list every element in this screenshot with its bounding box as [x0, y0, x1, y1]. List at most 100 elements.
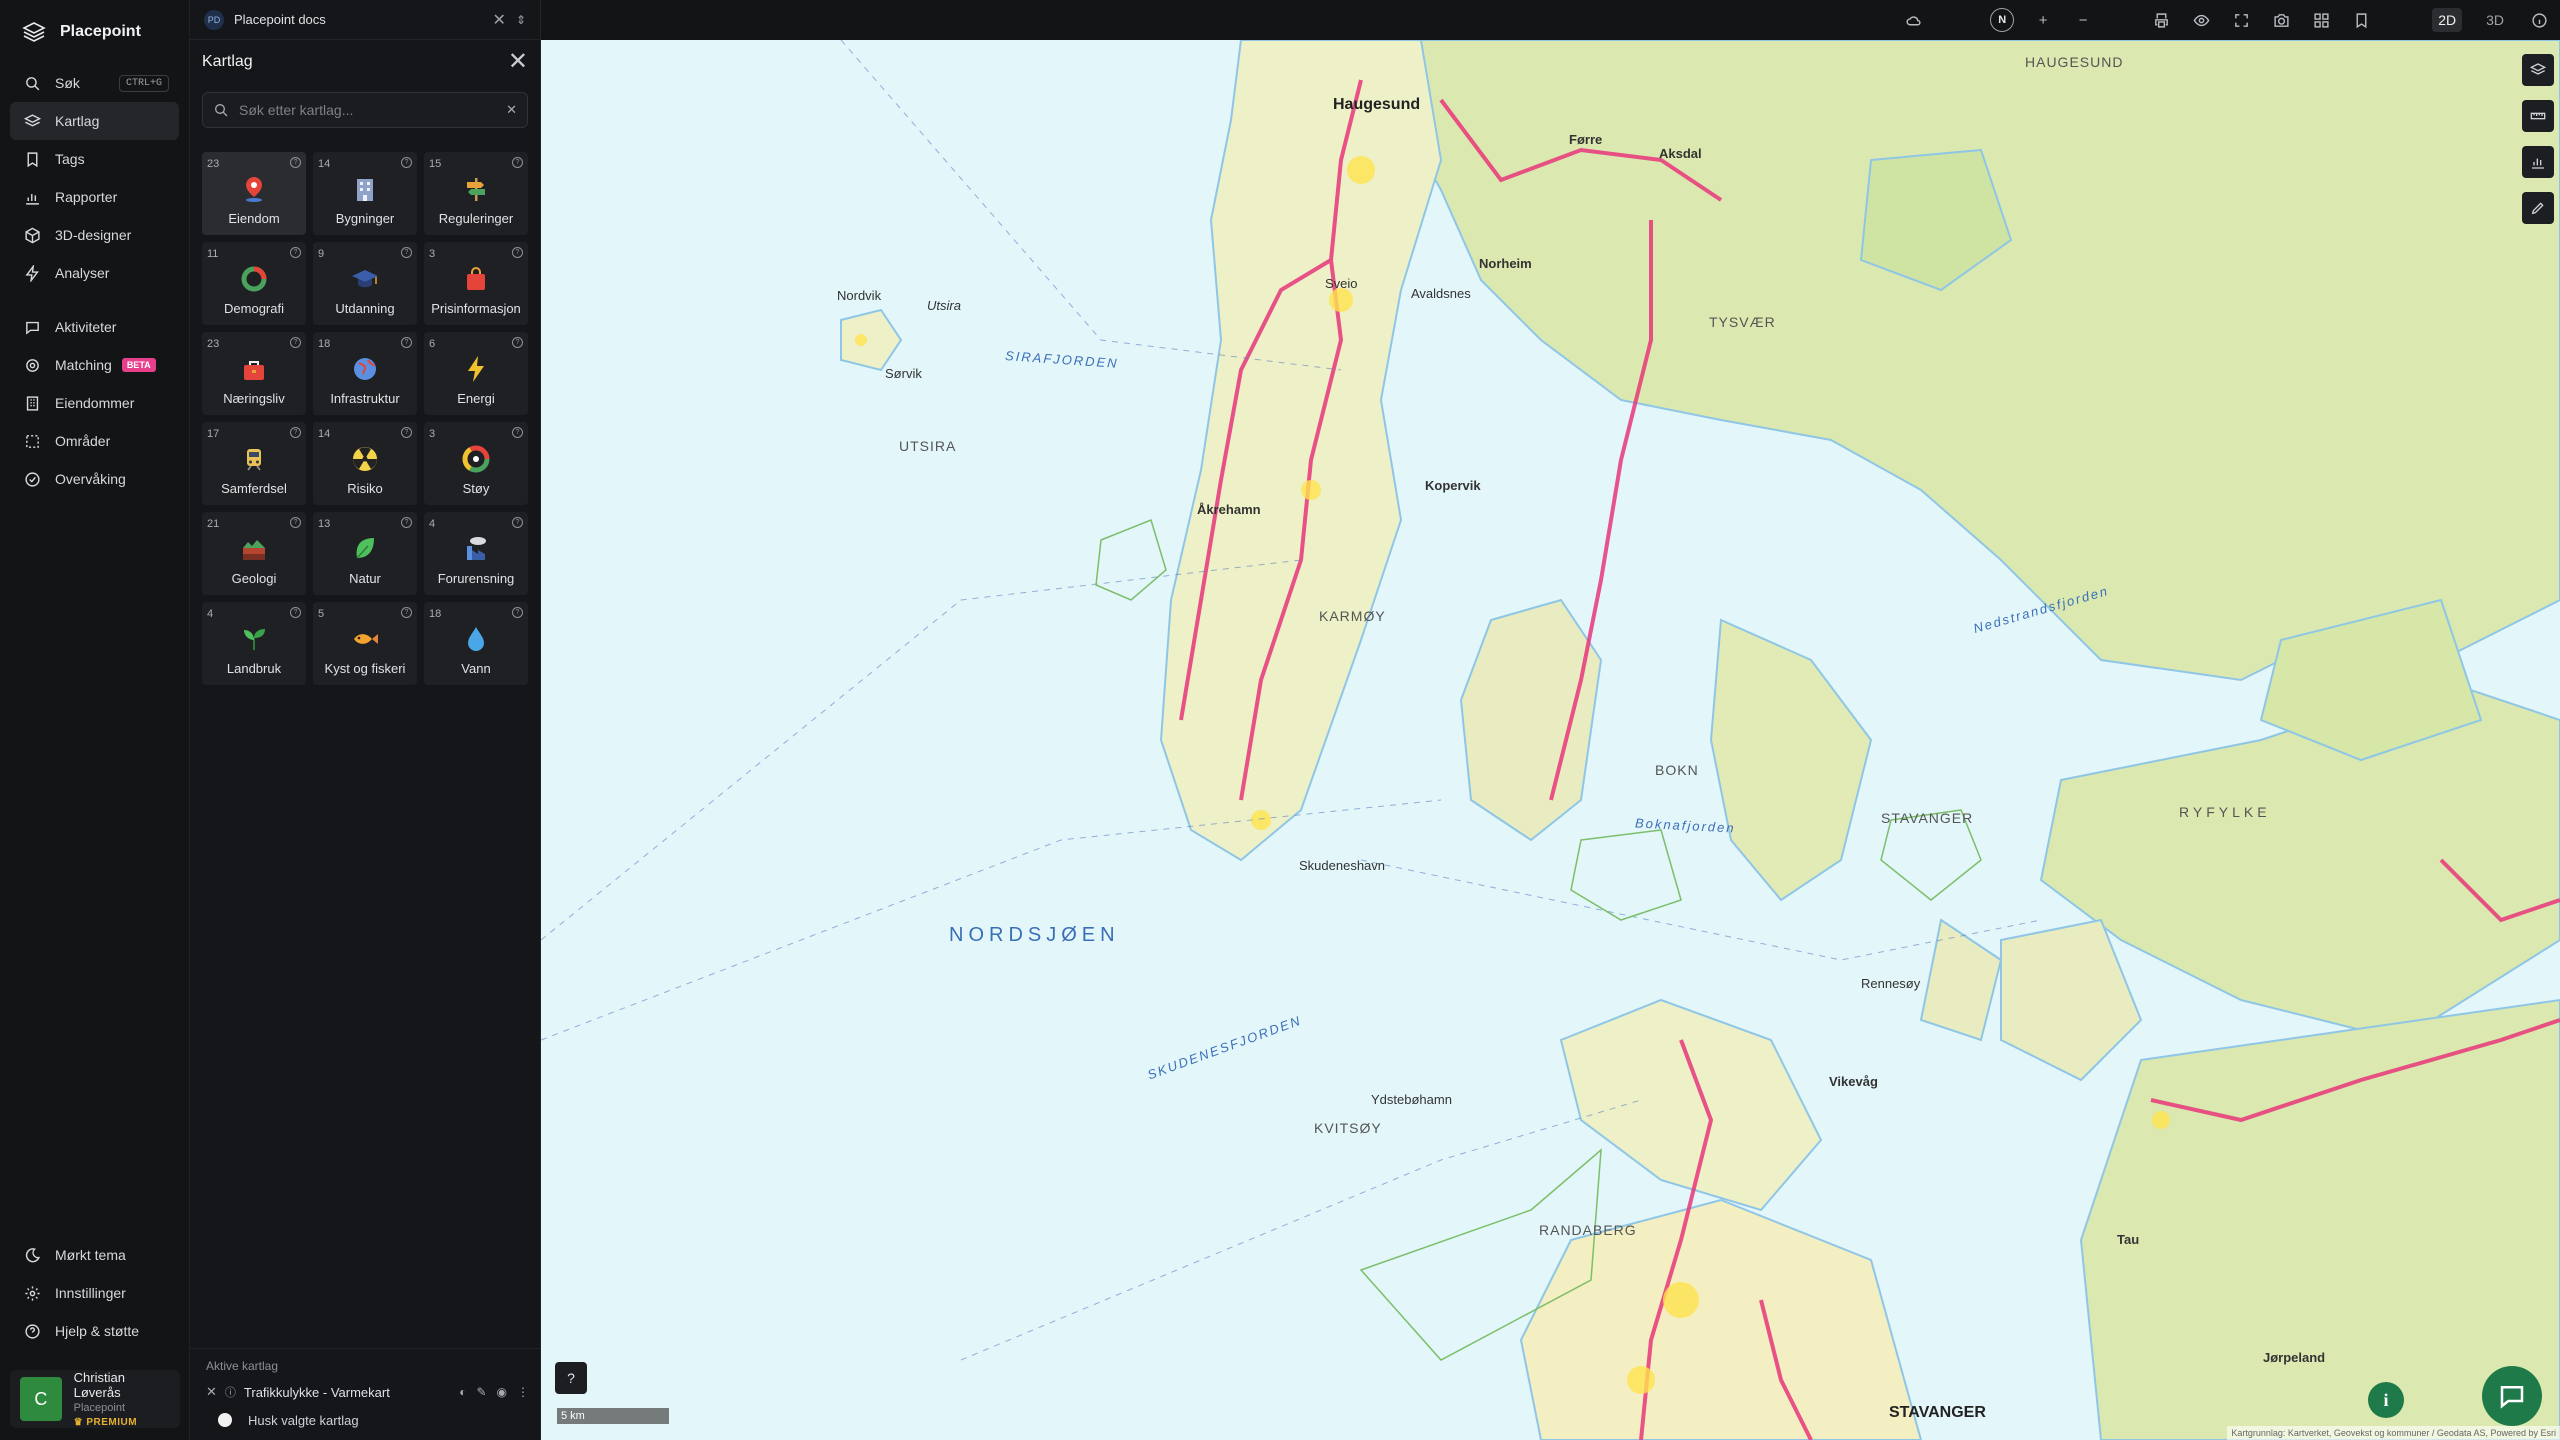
category-tile-kyst-og-fiskeri[interactable]: 5 ? Kyst og fiskeri — [313, 602, 417, 685]
shortcut-badge: CTRL+G — [118, 74, 169, 92]
nav-item-search[interactable]: Søk CTRL+G — [10, 64, 179, 102]
info-icon[interactable]: ? — [401, 157, 412, 168]
nav-item-settings[interactable]: Innstillinger — [10, 1274, 180, 1312]
category-tile-stoy[interactable]: 3 ? Støy — [424, 422, 528, 505]
info-icon[interactable]: ? — [512, 157, 523, 168]
category-count: 3 — [429, 428, 436, 440]
nav-item-dark-theme[interactable]: Mørkt tema — [10, 1236, 180, 1274]
document-tab[interactable]: PD Placepoint docs ✕ ⇕ — [190, 0, 540, 40]
info-icon[interactable]: ? — [401, 247, 412, 258]
user-name: Christian Løverås — [73, 1370, 125, 1400]
info-icon[interactable]: ? — [512, 337, 523, 348]
edit-icon[interactable]: ✎ — [476, 1385, 486, 1399]
info-icon[interactable]: ? — [290, 517, 301, 528]
category-tile-natur[interactable]: 13 ? Natur — [313, 512, 417, 595]
category-tile-infrastruktur[interactable]: 18 ? Infrastruktur — [313, 332, 417, 415]
layer-search-input[interactable] — [239, 102, 497, 118]
map-label: HAUGESUND — [2025, 54, 2124, 70]
info-icon[interactable]: ? — [512, 427, 523, 438]
zoom-out-icon[interactable]: − — [2072, 9, 2094, 31]
map-canvas[interactable]: Haugesund Kopervik Åkrehamn KARMØY Skude… — [541, 40, 2560, 1440]
lightning-icon — [25, 264, 39, 282]
category-tile-energi[interactable]: 6 ? Energi — [424, 332, 528, 415]
map-label: UTSIRA — [899, 438, 957, 454]
info-icon[interactable]: ? — [512, 607, 523, 618]
nav-item-activities[interactable]: Aktiviteter — [10, 308, 179, 346]
info-icon[interactable]: ? — [290, 427, 301, 438]
category-tile-risiko[interactable]: 14 ? Risiko — [313, 422, 417, 505]
sprout-icon — [244, 629, 265, 650]
chevron-updown-icon[interactable]: ⇕ — [516, 13, 526, 27]
category-tile-forurensning[interactable]: 4 ? Forurensning — [424, 512, 528, 595]
nav-item-kartlag[interactable]: Kartlag — [10, 102, 179, 140]
category-tile-naeringsliv[interactable]: 23 ? Næringsliv — [202, 332, 306, 415]
print-icon[interactable] — [2150, 9, 2172, 31]
cloud-icon[interactable] — [1902, 9, 1924, 31]
remember-layers-row[interactable]: Husk valgte kartlag — [202, 1407, 529, 1433]
info-circle-icon[interactable] — [2528, 9, 2550, 31]
remember-toggle[interactable] — [218, 1413, 232, 1427]
user-card[interactable]: C Christian Løverås Placepoint ♛ PREMIUM — [10, 1370, 180, 1428]
camera-icon[interactable] — [2270, 9, 2292, 31]
remove-layer-icon[interactable]: ✕ — [206, 1384, 217, 1400]
info-icon[interactable]: ? — [401, 607, 412, 618]
nav-item-properties[interactable]: Eiendommer — [10, 384, 179, 422]
mode-2d-button[interactable]: 2D — [2432, 8, 2463, 32]
nav-item-areas[interactable]: Områder — [10, 422, 179, 460]
fullscreen-icon[interactable] — [2230, 9, 2252, 31]
draw-tool-icon[interactable] — [2522, 192, 2554, 224]
category-tile-demografi[interactable]: 11 ? Demografi — [202, 242, 306, 325]
info-icon[interactable]: ? — [512, 247, 523, 258]
info-icon[interactable]: ? — [512, 517, 523, 528]
close-panel-icon[interactable]: ✕ — [508, 50, 528, 74]
opacity-icon[interactable]: ◐ — [459, 1385, 466, 1399]
brand[interactable]: Placepoint — [0, 0, 189, 64]
nav-label: Tags — [55, 151, 85, 167]
layers-tool-icon[interactable] — [2522, 54, 2554, 86]
category-tile-prisinformasjon[interactable]: 3 ? Prisinformasjon — [424, 242, 528, 325]
nav-item-analyses[interactable]: Analyser — [10, 254, 179, 292]
category-tile-bygninger[interactable]: 14 ? Bygninger — [313, 152, 417, 235]
info-icon[interactable]: ? — [290, 337, 301, 348]
active-layer-row[interactable]: ✕ ⓘ Trafikkulykke - Varmekart ◐ ✎ ◉ ⋮ — [202, 1377, 529, 1407]
bookmark-icon[interactable] — [2350, 9, 2372, 31]
info-icon[interactable]: ? — [290, 607, 301, 618]
nav-item-matching[interactable]: Matching BETA — [10, 346, 179, 384]
info-icon[interactable]: ⓘ — [225, 1384, 236, 1400]
help-icon[interactable]: ? — [555, 1362, 587, 1394]
category-count: 9 — [318, 248, 325, 260]
category-tile-eiendom[interactable]: 23 ? Eiendom — [202, 152, 306, 235]
nav-item-help[interactable]: Hjelp & støtte — [10, 1312, 180, 1350]
category-tile-reguleringer[interactable]: 15 ? Reguleringer — [424, 152, 528, 235]
ruler-icon[interactable] — [2522, 100, 2554, 132]
lightning-bolt-icon — [468, 356, 484, 382]
grid-icon[interactable] — [2310, 9, 2332, 31]
nav-item-tags[interactable]: Tags — [10, 140, 179, 178]
info-icon[interactable]: ? — [290, 157, 301, 168]
signpost-icon — [467, 178, 485, 201]
eye-icon[interactable] — [2190, 9, 2212, 31]
info-icon[interactable]: ? — [290, 247, 301, 258]
zoom-in-icon[interactable]: + — [2032, 9, 2054, 31]
category-tile-landbruk[interactable]: 4 ? Landbruk — [202, 602, 306, 685]
nav-item-3d-designer[interactable]: 3D-designer — [10, 216, 179, 254]
chart-tool-icon[interactable] — [2522, 146, 2554, 178]
category-tile-geologi[interactable]: 21 ? Geologi — [202, 512, 306, 595]
close-icon[interactable]: ✕ — [493, 10, 506, 30]
info-icon[interactable]: ? — [401, 517, 412, 528]
eye-icon[interactable]: ◉ — [497, 1385, 507, 1399]
map-label: RYFYLKE — [2179, 804, 2271, 820]
clear-icon[interactable]: ✕ — [506, 102, 517, 118]
category-tile-utdanning[interactable]: 9 ? Utdanning — [313, 242, 417, 325]
mode-3d-button[interactable]: 3D — [2480, 8, 2510, 32]
compass-button[interactable]: N — [1990, 8, 2015, 32]
info-icon[interactable]: ? — [401, 337, 412, 348]
category-tile-samferdsel[interactable]: 17 ? Samferdsel — [202, 422, 306, 505]
info-fab-icon[interactable]: i — [2368, 1382, 2404, 1418]
category-tile-vann[interactable]: 18 ? Vann — [424, 602, 528, 685]
nav-item-monitoring[interactable]: Overvåking — [10, 460, 179, 498]
info-icon[interactable]: ? — [401, 427, 412, 438]
nav-item-reports[interactable]: Rapporter — [10, 178, 179, 216]
more-vertical-icon[interactable]: ⋮ — [517, 1385, 529, 1399]
chat-bubble-icon[interactable] — [2482, 1366, 2542, 1426]
